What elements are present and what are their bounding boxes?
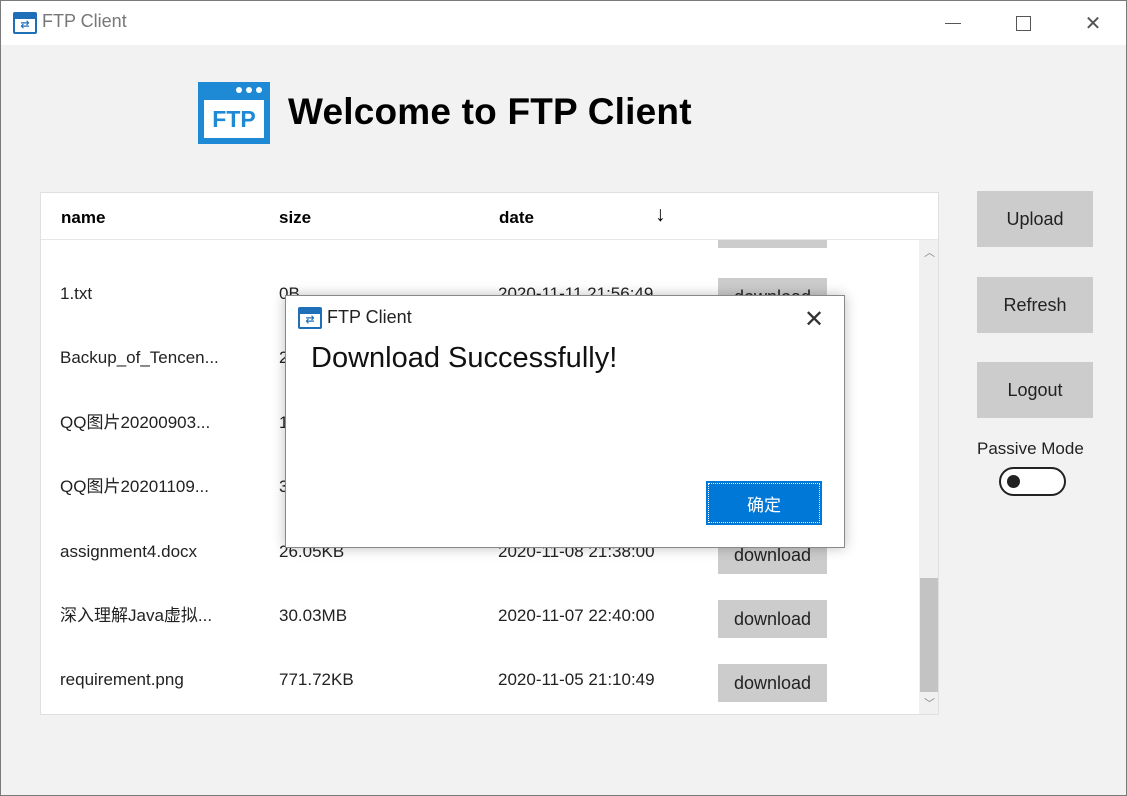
refresh-button[interactable]: Refresh [977,277,1093,333]
passive-mode-toggle[interactable] [999,467,1066,496]
dialog-message: Download Successfully! [311,342,618,374]
toggle-knob [1007,475,1020,488]
column-header-size[interactable]: size [279,208,311,228]
scroll-up-icon[interactable]: ︿ [919,243,938,263]
column-header-name[interactable]: name [61,208,105,228]
ftp-logo-text: FTP [204,100,264,138]
vertical-scrollbar[interactable]: ︿ ﹀ [919,240,938,714]
download-button-partial[interactable] [718,240,827,248]
download-button[interactable]: download [718,600,827,638]
table-row: requirement.png 771.72KB 2020-11-05 21:1… [41,648,919,712]
title-bar: ⇄ FTP Client ✕ [1,1,1126,45]
file-name: requirement.png [60,670,184,689]
main-window: ⇄ FTP Client ✕ FTP Welcome to FTP Client… [0,0,1127,796]
maximize-button[interactable] [988,1,1058,45]
maximize-icon [1015,15,1031,31]
close-button[interactable]: ✕ [1058,1,1127,45]
dialog-ok-button[interactable]: 确定 [706,481,822,525]
passive-mode-label: Passive Mode [977,439,1084,458]
message-dialog: ⇄ FTP Client ✕ Download Successfully! 确定 [285,295,845,548]
file-date: 2020-11-07 22:40:00 [498,606,655,625]
file-name: Backup_of_Tencen... [60,348,219,367]
table-row: 深入理解Java虚拟... 30.03MB 2020-11-07 22:40:0… [41,584,919,648]
table-header: name size date ↓ [41,193,938,240]
minimize-icon [945,22,961,24]
logout-button[interactable]: Logout [977,362,1093,418]
file-date: 2020-11-05 21:10:49 [498,670,655,689]
file-name: QQ图片20200903... [60,413,211,432]
ftp-logo: FTP [198,82,270,144]
file-name: 深入理解Java虚拟... [60,606,213,625]
download-button[interactable]: download [718,664,827,702]
upload-button[interactable]: Upload [977,191,1093,247]
scroll-down-icon[interactable]: ﹀ [919,694,938,714]
file-name: QQ图片20201109... [60,477,209,496]
minimize-button[interactable] [918,1,988,45]
file-size: 771.72KB [279,670,354,689]
page-title: Welcome to FTP Client [288,91,692,132]
app-icon: ⇄ [13,12,37,34]
file-name: 1.txt [60,284,93,303]
window-title: FTP Client [42,11,127,31]
scrollbar-thumb[interactable] [920,578,938,692]
dialog-close-icon[interactable]: ✕ [799,304,829,334]
arrow-down-icon[interactable]: ↓ [655,203,666,227]
file-name: assignment4.docx [60,542,198,561]
close-icon: ✕ [1084,11,1102,35]
column-header-date[interactable]: date [499,208,534,228]
dialog-app-icon: ⇄ [298,307,322,329]
file-size: 30.03MB [279,606,348,625]
dialog-title: FTP Client [327,307,412,327]
